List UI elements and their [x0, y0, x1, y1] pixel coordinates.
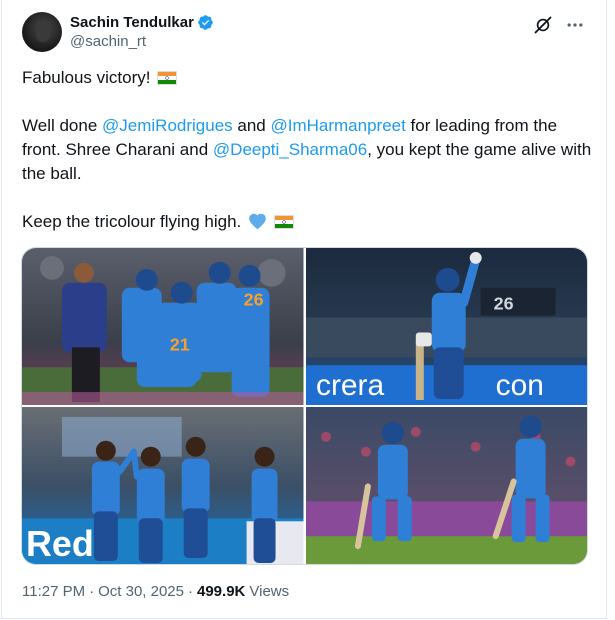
p2-text-a: Well done	[22, 116, 103, 135]
tweet-line-1: Fabulous victory!	[22, 66, 592, 90]
banner-text-con: con	[495, 369, 543, 402]
tweet-time[interactable]: 11:27 PM	[22, 583, 85, 600]
verified-badge-icon	[198, 15, 213, 30]
views-count: 499.9K	[197, 583, 246, 600]
tweet-card: Sachin Tendulkar @sachin_rt Fabulous vic…	[1, 0, 607, 619]
photo-batters-running[interactable]	[305, 407, 587, 564]
jersey-number-26: 26	[244, 290, 264, 310]
handle[interactable]: @sachin_rt	[70, 32, 214, 51]
india-flag-icon	[157, 71, 178, 85]
name-row: Sachin Tendulkar	[70, 13, 214, 32]
author-block: Sachin Tendulkar @sachin_rt	[70, 13, 214, 51]
mention-jemirodrigues[interactable]: @JemiRodrigues	[102, 116, 233, 135]
views-label: Views	[249, 583, 290, 600]
tweet-header: Sachin Tendulkar @sachin_rt	[22, 12, 214, 52]
p2-text-b: and	[232, 116, 271, 135]
meta-separator: ·	[188, 583, 193, 600]
tweet-paragraph-2: Well done @JemiRodrigues and @ImHarmanpr…	[22, 114, 592, 186]
photo-team-huddle[interactable]: 26 21	[22, 248, 304, 405]
jersey-number-21: 21	[170, 334, 190, 354]
scoreboard-number: 26	[493, 294, 513, 314]
grok-icon[interactable]	[532, 14, 554, 36]
mention-deepti-sharma06[interactable]: @Deepti_Sharma06	[213, 140, 367, 159]
mention-imharmanpreet[interactable]: @ImHarmanpreet	[270, 116, 405, 135]
tweet-line-3-text: Keep the tricolour flying high.	[22, 212, 242, 231]
tweet-date[interactable]: Oct 30, 2025	[98, 583, 184, 600]
tweet-text: Fabulous victory! Well done @JemiRodrigu…	[22, 66, 592, 234]
avatar[interactable]	[22, 12, 62, 52]
tweet-meta: 11:27 PM · Oct 30, 2025 · 499.9K Views	[22, 583, 289, 600]
display-name[interactable]: Sachin Tendulkar	[70, 13, 194, 32]
more-icon[interactable]	[564, 14, 586, 36]
photo-batter-celebration[interactable]: 26 crera con	[305, 248, 587, 405]
banner-text-crera: crera	[315, 369, 384, 402]
photo-high-five[interactable]: Reda	[22, 407, 304, 564]
media-grid: 26 21 26 crera con Reda	[21, 247, 588, 565]
india-flag-icon	[273, 215, 294, 229]
tweet-line-3: Keep the tricolour flying high.	[22, 210, 592, 234]
top-actions	[522, 14, 586, 36]
tweet-line-1-text: Fabulous victory!	[22, 68, 151, 87]
blue-heart-icon	[249, 213, 266, 230]
meta-separator: ·	[89, 583, 95, 600]
